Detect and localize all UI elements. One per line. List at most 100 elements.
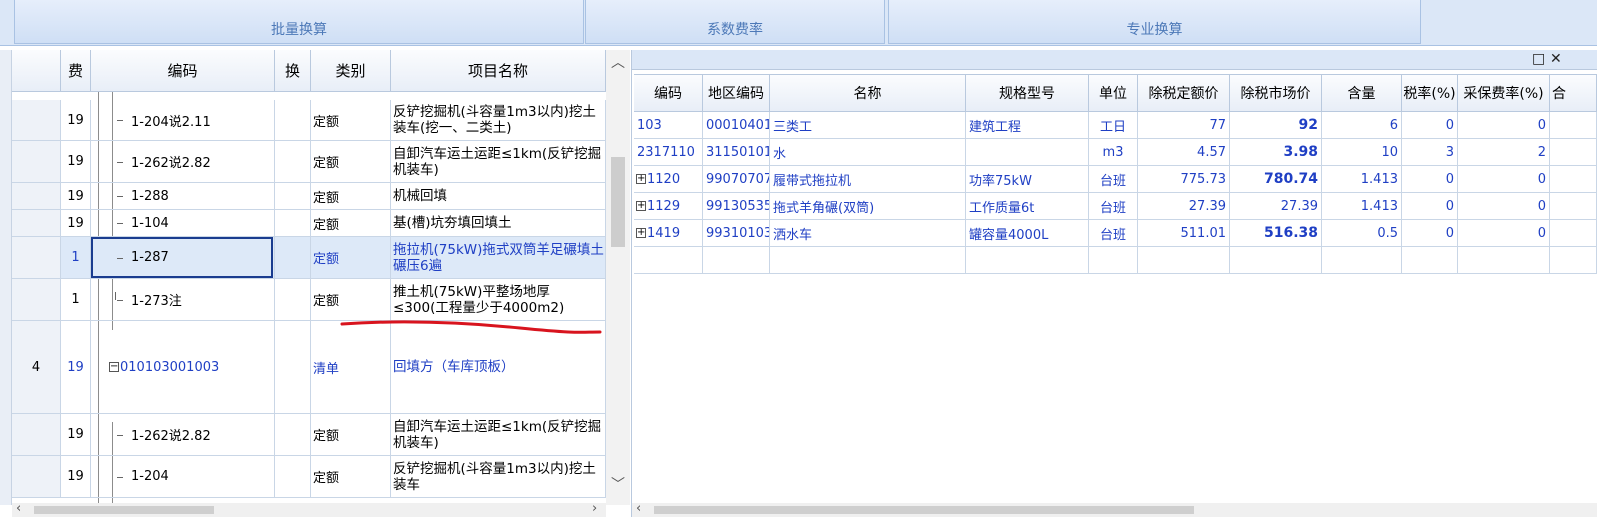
swap-cell[interactable] (275, 414, 311, 455)
market-price-cell[interactable] (1230, 247, 1322, 273)
extra-cell[interactable] (1550, 112, 1597, 138)
name-cell[interactable]: 反铲挖掘机(斗容量1m3以内)挖土装车 (391, 456, 606, 497)
swap-cell[interactable] (275, 210, 311, 236)
market-price-cell[interactable]: 27.39 (1230, 193, 1322, 219)
batch-conversion-button[interactable]: 批量换算 (14, 0, 584, 44)
region-code-cell[interactable]: 99310103 (703, 220, 770, 246)
purchase-rate-cell[interactable]: 0 (1458, 166, 1550, 192)
region-code-cell[interactable]: 99130535 (703, 193, 770, 219)
quantity-cell[interactable] (1322, 247, 1402, 273)
name-cell[interactable]: 履带式拖拉机 (770, 166, 966, 192)
table-row[interactable]: 1 1-273注 定额 推土机(75kW)平整场地厚≤300(工程量少于4000… (12, 279, 606, 321)
quota-price-cell[interactable] (1138, 247, 1230, 273)
type-cell[interactable]: 定额 (311, 414, 391, 455)
table-row[interactable]: 19 1-204 定额 反铲挖掘机(斗容量1m3以内)挖土装车 (12, 456, 606, 498)
quantity-cell[interactable]: 10 (1322, 139, 1402, 165)
table-row[interactable]: 19 1-288 定额 机械回填 (12, 183, 606, 210)
header-item-name[interactable]: 项目名称 (391, 50, 606, 92)
header-unit[interactable]: 单位 (1089, 74, 1138, 112)
restore-icon[interactable]: □ (1532, 51, 1545, 67)
table-row[interactable]: 19 1-262说2.82 定额 自卸汽车运土运距≤1km(反铲挖掘机装车) (12, 141, 606, 183)
tax-rate-cell[interactable]: 0 (1402, 220, 1458, 246)
market-price-cell[interactable]: 3.98 (1230, 139, 1322, 165)
left-horizontal-scrollbar[interactable]: ‹ › (12, 501, 606, 517)
scroll-up-icon[interactable]: ︿ (606, 52, 630, 72)
name-cell[interactable]: 推土机(75kW)平整场地厚≤300(工程量少于4000m2) (391, 279, 606, 320)
tax-rate-cell[interactable]: 0 (1402, 193, 1458, 219)
table-row[interactable]: 19 1-204说2.11 定额 反铲挖掘机(斗容量1m3以内)挖土装车(挖一、… (12, 100, 606, 141)
name-cell[interactable] (770, 247, 966, 273)
header-code[interactable]: 编码 (634, 74, 703, 112)
professional-conversion-button[interactable]: 专业换算 (888, 0, 1421, 44)
swap-cell[interactable] (275, 183, 311, 209)
quantity-cell[interactable]: 6 (1322, 112, 1402, 138)
type-cell[interactable]: 定额 (311, 210, 391, 236)
fee-cell[interactable]: 19 (61, 414, 91, 455)
name-cell[interactable]: 自卸汽车运土运距≤1km(反铲挖掘机装车) (391, 414, 606, 455)
tax-rate-cell[interactable]: 3 (1402, 139, 1458, 165)
spec-cell[interactable] (966, 247, 1089, 273)
tax-rate-cell[interactable] (1402, 247, 1458, 273)
region-code-cell[interactable] (703, 247, 770, 273)
swap-cell[interactable] (275, 321, 311, 413)
name-cell[interactable]: 基(槽)坑夯填回填土 (391, 210, 606, 236)
name-cell[interactable]: 反铲挖掘机(斗容量1m3以内)挖土装车(挖一、二类土) (391, 100, 606, 140)
code-cell[interactable]: 103 (634, 112, 703, 138)
code-cell[interactable]: −010103001003 (91, 321, 275, 413)
quota-price-cell[interactable]: 511.01 (1138, 220, 1230, 246)
right-horizontal-scrollbar[interactable]: ‹ (632, 501, 1597, 517)
header-tax-rate[interactable]: 税率(%) (1402, 74, 1458, 112)
code-cell[interactable]: 2317110 (634, 139, 703, 165)
spec-cell[interactable]: 罐容量4000L (966, 220, 1089, 246)
fee-cell[interactable]: 19 (61, 321, 91, 413)
swap-cell[interactable] (275, 456, 311, 497)
extra-cell[interactable] (1550, 166, 1597, 192)
extra-cell[interactable] (1550, 247, 1597, 273)
header-row-number[interactable] (12, 50, 61, 92)
table-row-empty[interactable] (634, 247, 1597, 274)
header-type[interactable]: 类别 (311, 50, 391, 92)
expand-icon[interactable]: + (636, 174, 646, 184)
header-fee[interactable]: 费 (61, 50, 91, 92)
market-price-cell[interactable]: 780.74 (1230, 166, 1322, 192)
purchase-rate-cell[interactable]: 0 (1458, 220, 1550, 246)
header-extra[interactable]: 合 (1550, 74, 1597, 112)
collapse-icon[interactable]: − (109, 362, 119, 372)
header-swap[interactable]: 换 (275, 50, 311, 92)
unit-cell[interactable]: 台班 (1089, 220, 1138, 246)
swap-cell[interactable] (275, 237, 311, 278)
type-cell[interactable]: 定额 (311, 141, 391, 182)
scroll-right-icon[interactable]: › (592, 501, 597, 516)
unit-cell[interactable]: 台班 (1089, 166, 1138, 192)
code-cell[interactable]: +1120 (634, 166, 703, 192)
purchase-rate-cell[interactable]: 0 (1458, 112, 1550, 138)
unit-cell[interactable] (1089, 247, 1138, 273)
quota-price-cell[interactable]: 775.73 (1138, 166, 1230, 192)
name-cell[interactable]: 三类工 (770, 112, 966, 138)
tax-rate-cell[interactable]: 0 (1402, 166, 1458, 192)
region-code-cell[interactable]: 00010401 (703, 112, 770, 138)
table-row[interactable]: +1129 99130535 拖式羊角碾(双筒) 工作质量6t 台班 27.39… (634, 193, 1597, 220)
code-cell[interactable]: +1129 (634, 193, 703, 219)
scroll-left-icon[interactable]: ‹ (16, 501, 21, 516)
close-icon[interactable]: ✕ (1550, 51, 1562, 67)
type-cell[interactable]: 定额 (311, 456, 391, 497)
type-cell[interactable]: 定额 (311, 237, 391, 278)
extra-cell[interactable] (1550, 193, 1597, 219)
name-cell[interactable]: 拖拉机(75kW)拖式双筒羊足碾填土碾压6遍 (391, 237, 606, 278)
quantity-cell[interactable]: 0.5 (1322, 220, 1402, 246)
spec-cell[interactable] (966, 139, 1089, 165)
header-market-price[interactable]: 除税市场价 (1230, 74, 1322, 112)
fee-cell[interactable]: 19 (61, 210, 91, 236)
header-region-code[interactable]: 地区编码 (703, 74, 770, 112)
name-cell[interactable]: 洒水车 (770, 220, 966, 246)
header-quota-price[interactable]: 除税定额价 (1138, 74, 1230, 112)
unit-cell[interactable]: 工日 (1089, 112, 1138, 138)
market-price-cell[interactable]: 516.38 (1230, 220, 1322, 246)
unit-cell[interactable]: 台班 (1089, 193, 1138, 219)
quota-price-cell[interactable]: 77 (1138, 112, 1230, 138)
region-code-cell[interactable]: 99070707 (703, 166, 770, 192)
tax-rate-cell[interactable]: 0 (1402, 112, 1458, 138)
extra-cell[interactable] (1550, 139, 1597, 165)
name-cell[interactable]: 水 (770, 139, 966, 165)
